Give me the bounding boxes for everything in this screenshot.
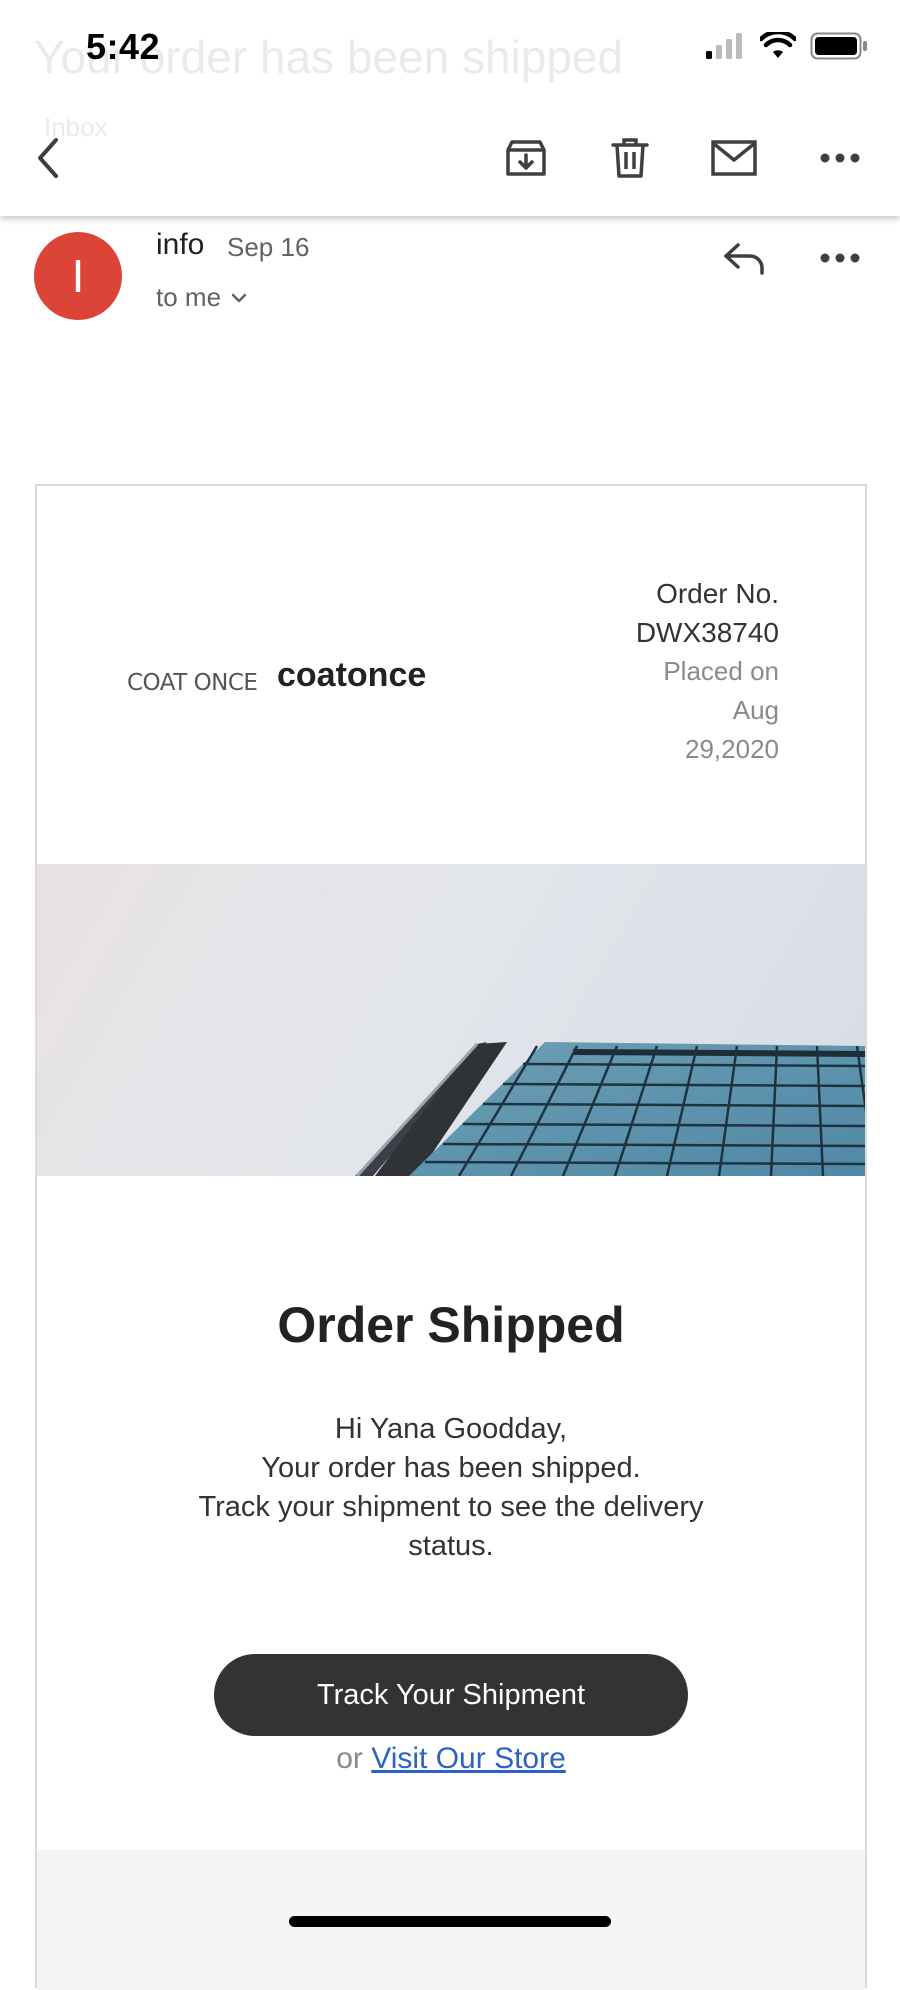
order-placed-month: Aug — [732, 695, 779, 725]
sender-avatar[interactable]: I — [34, 232, 122, 320]
delete-button[interactable] — [598, 126, 662, 190]
order-placed-date: 29,2020 — [685, 734, 779, 764]
cellular-signal-icon — [706, 33, 742, 59]
chevron-down-icon — [231, 293, 247, 302]
greeting-message: Hi Yana Goodday, Your order has been shi… — [157, 1410, 745, 1566]
archive-icon — [506, 140, 546, 176]
order-info: Order No. DWX38740 Placed on Aug 29,2020 — [619, 574, 779, 769]
more-horizontal-icon — [820, 253, 860, 263]
wifi-icon — [760, 32, 796, 58]
chevron-left-icon — [38, 138, 58, 178]
message-date: Sep 16 — [227, 232, 310, 262]
hero-building-image — [37, 864, 865, 1176]
greeting-line: Hi Yana Goodday, — [334, 1413, 568, 1445]
battery-icon — [810, 32, 867, 60]
email-headline: Order Shipped — [277, 1297, 625, 1353]
recipient-text: to me — [156, 282, 222, 312]
reply-icon — [724, 243, 764, 275]
recipient-details-toggle[interactable]: to me — [156, 282, 247, 313]
order-number: DWX38740 — [635, 617, 779, 648]
reply-button[interactable] — [712, 226, 776, 290]
more-horizontal-icon — [820, 153, 860, 163]
status-time: 5:42 — [86, 26, 161, 67]
email-body: COAT ONCE coatonce Order No. DWX38740 Pl… — [35, 484, 867, 1990]
order-number-label: Order No. — [656, 578, 779, 609]
or-text: or — [336, 1742, 363, 1775]
mark-unread-button[interactable] — [702, 126, 766, 190]
archive-button[interactable] — [494, 126, 558, 190]
sender-name: info — [156, 228, 205, 261]
status-icons — [706, 32, 868, 60]
visit-store-link[interactable]: Visit Our Store — [371, 1742, 566, 1775]
mail-icon — [711, 140, 757, 176]
store-link-line: or Visit Our Store — [37, 1742, 865, 1776]
message-more-button[interactable] — [808, 226, 872, 290]
track-shipment-button[interactable]: Track Your Shipment — [214, 1654, 688, 1736]
back-button[interactable] — [16, 126, 80, 190]
greeting-line: Your order has been shipped. — [261, 1452, 641, 1484]
order-placed-label: Placed on — [663, 656, 779, 686]
brand-logo: COAT ONCE — [127, 670, 258, 696]
building-illustration — [355, 1042, 865, 1176]
greeting-line: Track your shipment to see the delivery … — [198, 1491, 704, 1562]
home-indicator[interactable] — [289, 1916, 611, 1927]
trash-icon — [611, 138, 649, 178]
brand-name: coatonce — [277, 656, 427, 694]
more-options-button[interactable] — [808, 126, 872, 190]
top-app-bar: Your order has been shipped Inbox 5:42 — [0, 0, 900, 216]
